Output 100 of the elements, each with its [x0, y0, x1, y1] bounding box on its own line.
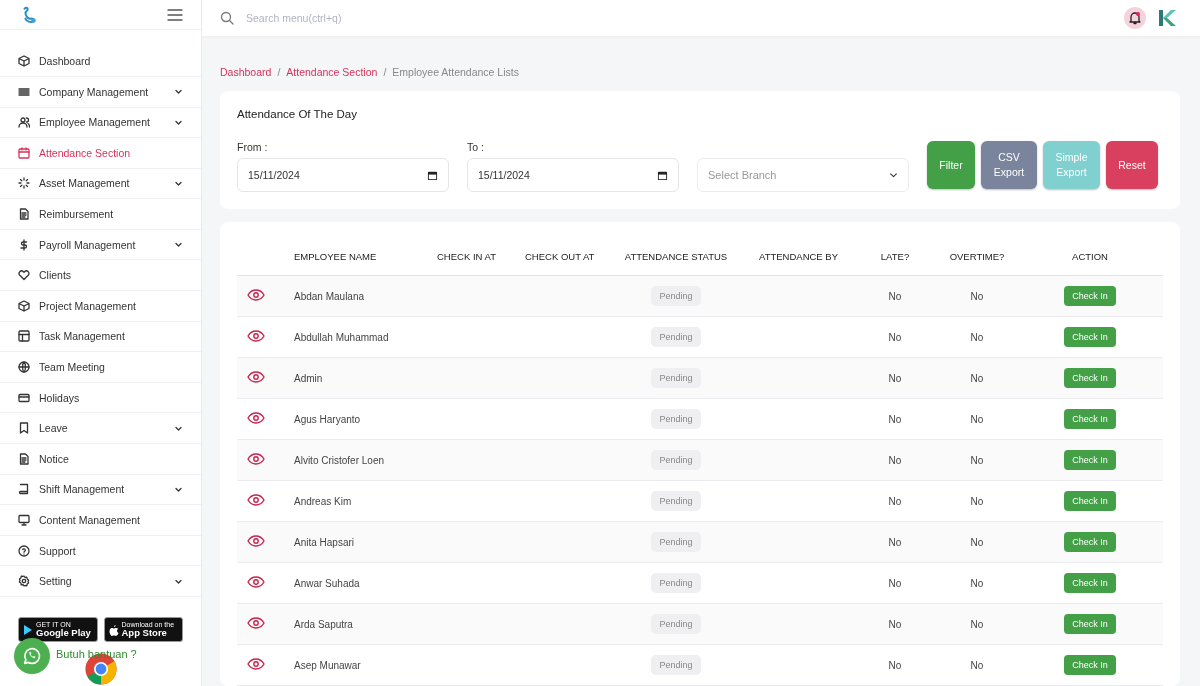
- table-cell: No: [970, 331, 984, 343]
- field-label: From :: [237, 141, 269, 153]
- status-badge: Pending: [651, 450, 701, 470]
- status-badge: Pending: [651, 532, 701, 552]
- sidebar-item[interactable]: Holidays: [0, 382, 201, 414]
- sidebar-item[interactable]: Employee Management: [0, 107, 201, 139]
- eye-icon[interactable]: [247, 576, 265, 588]
- eye-icon[interactable]: [247, 494, 265, 506]
- employee-name: Arda Saputra: [294, 618, 353, 630]
- users-icon: [18, 116, 30, 129]
- calendar-icon: [427, 169, 438, 181]
- status-badge: Pending: [651, 368, 701, 388]
- status-badge: Pending: [651, 327, 701, 347]
- table-cell: No: [888, 618, 902, 630]
- bookmark-icon: [18, 422, 30, 435]
- heart-icon: [18, 269, 30, 282]
- employee-name: Asep Munawar: [294, 659, 361, 671]
- eye-icon[interactable]: [247, 289, 265, 301]
- eye-icon[interactable]: [247, 658, 265, 670]
- status-badge: Pending: [651, 655, 701, 675]
- breadcrumb-current: Employee Attendance Lists: [392, 66, 519, 78]
- eye-icon[interactable]: [247, 617, 265, 629]
- breadcrumb-link[interactable]: Attendance Section: [286, 66, 378, 78]
- sidebar-item[interactable]: Team Meeting: [0, 352, 201, 383]
- notification-bell[interactable]: [1124, 7, 1146, 29]
- status-badge: Pending: [651, 491, 701, 511]
- sidebar-item[interactable]: Asset Management: [0, 168, 201, 200]
- table-cell: No: [888, 290, 902, 302]
- employee-name: Andreas Kim: [294, 495, 352, 507]
- sidebar-item[interactable]: Task Management: [0, 321, 201, 353]
- table-cell: No: [970, 577, 984, 589]
- help-text: Butuh bantuan ?: [56, 648, 137, 660]
- column-header: CHECK IN AT: [437, 251, 496, 262]
- sidebar-item[interactable]: Attendance Section: [0, 138, 201, 169]
- column-header: ATTENDANCE BY: [759, 251, 838, 262]
- status-badge: Pending: [651, 286, 701, 306]
- bell-icon: [1128, 11, 1142, 25]
- table-cell: No: [888, 495, 902, 507]
- eye-icon[interactable]: [247, 330, 265, 342]
- table-cell: No: [970, 454, 984, 466]
- sidebar-item[interactable]: Dashboard: [0, 46, 201, 77]
- calendar-icon: [18, 146, 30, 159]
- sidebar-item[interactable]: Company Management: [0, 76, 201, 108]
- gear-icon: [18, 575, 30, 588]
- card-title: Attendance Of The Day: [237, 108, 358, 120]
- sidebar-item[interactable]: Shift Management: [0, 474, 201, 506]
- status-badge: Pending: [651, 409, 701, 429]
- loader-icon: [18, 177, 30, 190]
- date-field[interactable]: 15/11/2024: [467, 158, 679, 192]
- table-icon: [18, 330, 30, 343]
- apple-icon: [108, 623, 119, 636]
- sidebar-item[interactable]: Support: [0, 535, 201, 567]
- phone-icon: [21, 645, 43, 667]
- table-cell: No: [970, 372, 984, 384]
- action-button[interactable]: Reset: [1106, 141, 1158, 189]
- date-field[interactable]: 15/11/2024: [237, 158, 449, 192]
- breadcrumb-link[interactable]: Dashboard: [220, 66, 272, 78]
- column-header: EMPLOYEE NAME: [294, 251, 377, 262]
- cube-icon: [18, 299, 30, 312]
- employee-name: Abdullah Muhammad: [294, 331, 389, 343]
- status-badge: Pending: [651, 614, 701, 634]
- action-button[interactable]: CSV Export: [981, 141, 1037, 189]
- table-cell: No: [888, 372, 902, 384]
- table-cell: No: [888, 659, 902, 671]
- cube-icon: [18, 55, 30, 68]
- sidebar-item[interactable]: Clients: [0, 260, 201, 292]
- column-header: ATTENDANCE STATUS: [624, 251, 728, 262]
- sidebar-item[interactable]: Setting: [0, 566, 201, 597]
- sidebar-item[interactable]: Leave: [0, 413, 201, 445]
- eye-icon[interactable]: [247, 535, 265, 547]
- sidebar-item[interactable]: Notice: [0, 444, 201, 475]
- document-icon: [18, 208, 30, 221]
- chat-button[interactable]: [14, 638, 50, 674]
- chevron-icon: [889, 170, 898, 180]
- eye-icon[interactable]: [247, 371, 265, 383]
- calendar-icon: [657, 169, 668, 181]
- eye-icon[interactable]: [247, 412, 265, 424]
- column-header: LATE?: [880, 251, 910, 262]
- field-label: To :: [467, 141, 485, 153]
- card-icon: [18, 391, 30, 404]
- status-badge: Pending: [651, 573, 701, 593]
- table-cell: No: [888, 331, 902, 343]
- eye-icon[interactable]: [247, 453, 265, 465]
- play-icon: [23, 623, 33, 636]
- sidebar-item[interactable]: Payroll Management: [0, 229, 201, 261]
- employee-name: Alvito Cristofer Loen: [294, 454, 385, 466]
- menu-icon[interactable]: [167, 7, 183, 22]
- employee-name: Agus Haryanto: [294, 413, 361, 425]
- column-header: ACTION: [1072, 251, 1108, 262]
- table-cell: No: [888, 454, 902, 466]
- breadcrumb-separator: /: [383, 66, 387, 78]
- table-cell: No: [888, 413, 902, 425]
- avatar-icon[interactable]: [1156, 8, 1178, 28]
- employee-name: Anwar Suhada: [294, 577, 360, 589]
- sidebar-item[interactable]: Project Management: [0, 291, 201, 322]
- sidebar-item[interactable]: Content Management: [0, 505, 201, 536]
- dollar-icon: [18, 238, 30, 251]
- table-cell: No: [970, 495, 984, 507]
- sidebar-item[interactable]: Reimbursement: [0, 199, 201, 230]
- search-icon: [220, 11, 234, 25]
